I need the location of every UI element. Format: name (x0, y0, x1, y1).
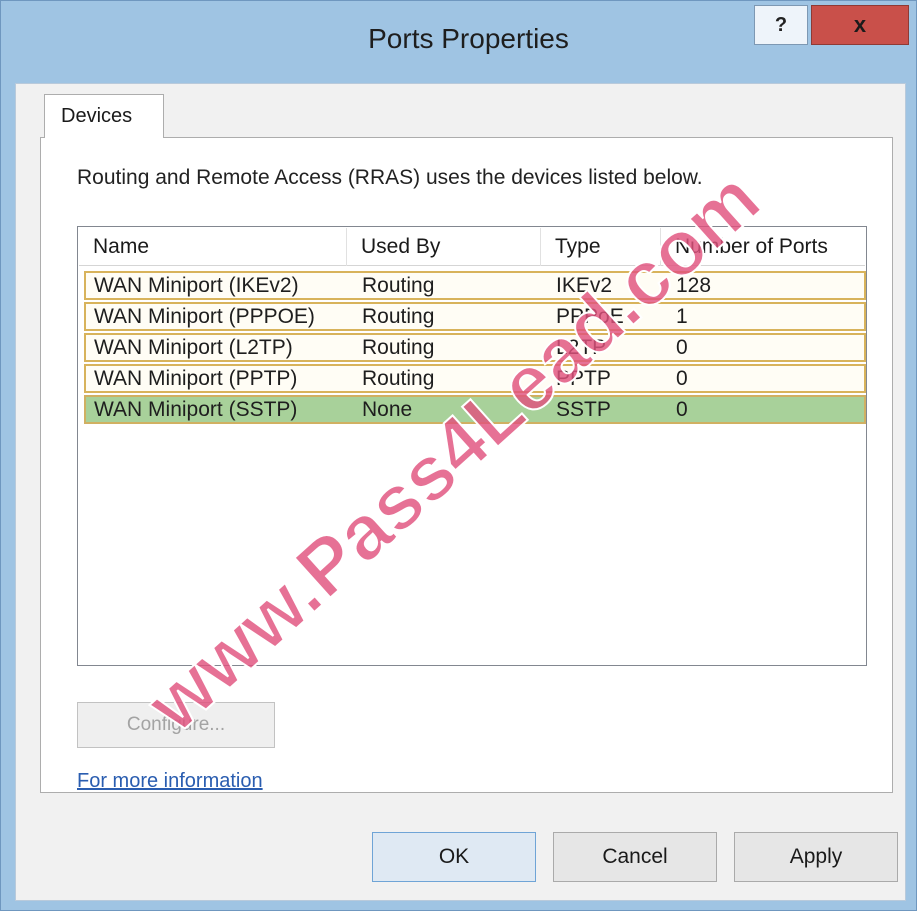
table-row[interactable]: WAN Miniport (L2TP) Routing L2TP 0 (84, 333, 866, 362)
column-header-number-of-ports[interactable]: Number of Ports (661, 228, 865, 266)
device-ports: 128 (676, 274, 712, 297)
device-type: PPPoE (556, 305, 624, 328)
table-row[interactable]: WAN Miniport (PPPOE) Routing PPPoE 1 (84, 302, 866, 331)
device-type: L2TP (556, 336, 607, 359)
apply-button[interactable]: Apply (734, 832, 898, 882)
device-used-by: Routing (362, 305, 435, 328)
close-button[interactable]: x (811, 5, 909, 45)
device-type: SSTP (556, 398, 611, 421)
title-bar[interactable]: Ports Properties ? x (1, 1, 916, 83)
device-type: PPTP (556, 367, 611, 390)
device-name: WAN Miniport (L2TP) (94, 336, 293, 359)
device-name: WAN Miniport (PPTP) (94, 367, 298, 390)
table-row-selected[interactable]: WAN Miniport (SSTP) None SSTP 0 (84, 395, 866, 424)
more-information-link[interactable]: For more information (77, 770, 263, 793)
device-type: IKEv2 (556, 274, 613, 297)
table-row[interactable]: WAN Miniport (IKEv2) Routing IKEv2 128 (84, 271, 866, 300)
description-text: Routing and Remote Access (RRAS) uses th… (77, 166, 703, 189)
column-header-type[interactable]: Type (541, 228, 661, 266)
help-button[interactable]: ? (754, 5, 808, 45)
device-used-by: None (362, 398, 413, 421)
device-ports: 0 (676, 367, 688, 390)
device-ports: 1 (676, 305, 688, 328)
device-rows: WAN Miniport (IKEv2) Routing IKEv2 128 W… (84, 271, 866, 426)
column-header-name[interactable]: Name (79, 228, 347, 266)
ports-properties-dialog: Ports Properties ? x Devices Routing and… (0, 0, 917, 911)
dialog-body: Devices Routing and Remote Access (RRAS)… (15, 83, 906, 901)
device-name: WAN Miniport (PPPOE) (94, 305, 315, 328)
tab-devices[interactable]: Devices (44, 94, 164, 138)
devices-tab-panel: Routing and Remote Access (RRAS) uses th… (40, 137, 893, 793)
device-ports: 0 (676, 398, 688, 421)
device-name: WAN Miniport (IKEv2) (94, 274, 299, 297)
table-row[interactable]: WAN Miniport (PPTP) Routing PPTP 0 (84, 364, 866, 393)
device-name: WAN Miniport (SSTP) (94, 398, 298, 421)
column-header-used-by[interactable]: Used By (347, 228, 541, 266)
device-used-by: Routing (362, 367, 435, 390)
cancel-button[interactable]: Cancel (553, 832, 717, 882)
device-ports: 0 (676, 336, 688, 359)
configure-button[interactable]: Configure... (77, 702, 275, 748)
device-used-by: Routing (362, 274, 435, 297)
device-list[interactable]: Name Used By Type Number of Ports WAN Mi… (77, 226, 867, 666)
device-used-by: Routing (362, 336, 435, 359)
ok-button[interactable]: OK (372, 832, 536, 882)
list-header: Name Used By Type Number of Ports (79, 228, 865, 266)
